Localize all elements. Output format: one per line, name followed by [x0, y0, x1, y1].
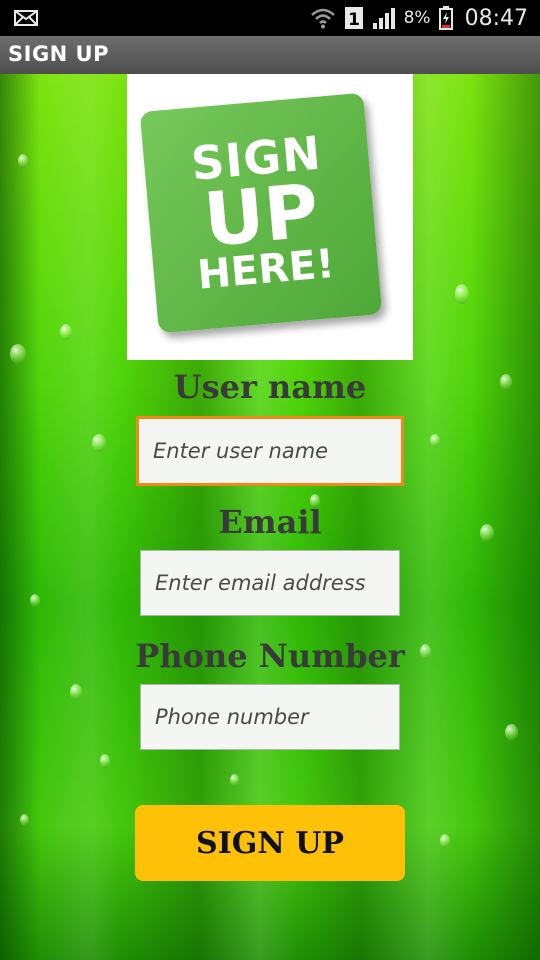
water-drop — [18, 154, 28, 168]
battery-percent: 8% — [403, 8, 431, 28]
svg-text:1: 1 — [348, 10, 360, 30]
username-field-container[interactable] — [136, 416, 404, 486]
water-drop — [455, 284, 469, 304]
water-drop — [430, 434, 440, 447]
water-drop — [10, 344, 26, 364]
battery-charging-icon — [438, 6, 453, 30]
water-drop — [70, 684, 82, 700]
username-label: User name — [173, 368, 367, 406]
phone-field-container[interactable] — [140, 684, 400, 750]
email-input[interactable] — [141, 551, 399, 615]
mail-icon — [14, 10, 38, 26]
signal-icon — [372, 8, 395, 29]
water-drop — [92, 434, 106, 452]
water-drop — [20, 814, 29, 826]
action-bar: SIGN UP — [0, 36, 540, 74]
water-drop — [30, 594, 40, 607]
status-bar: 1 8% 08:47 — [0, 0, 540, 36]
username-input[interactable] — [139, 419, 401, 483]
water-drop — [60, 324, 72, 340]
water-drop — [440, 834, 450, 848]
phone-number-input[interactable] — [141, 685, 399, 749]
sign-up-button[interactable]: SIGN UP — [135, 805, 405, 881]
sim-1-icon: 1 — [344, 7, 363, 30]
email-field-container[interactable] — [140, 550, 400, 616]
clock: 08:47 — [464, 5, 528, 31]
sign-up-here-badge: SIGN UP HERE! — [139, 92, 383, 334]
wifi-icon — [310, 8, 335, 29]
water-drop — [100, 754, 110, 768]
logo-line-3: HERE! — [195, 240, 337, 299]
water-drop — [505, 724, 518, 741]
page-title: SIGN UP — [8, 42, 110, 66]
sign-up-logo: SIGN UP HERE! — [127, 74, 413, 360]
email-label: Email — [218, 503, 322, 541]
water-drop — [230, 774, 239, 786]
phone-number-label: Phone Number — [135, 637, 405, 675]
